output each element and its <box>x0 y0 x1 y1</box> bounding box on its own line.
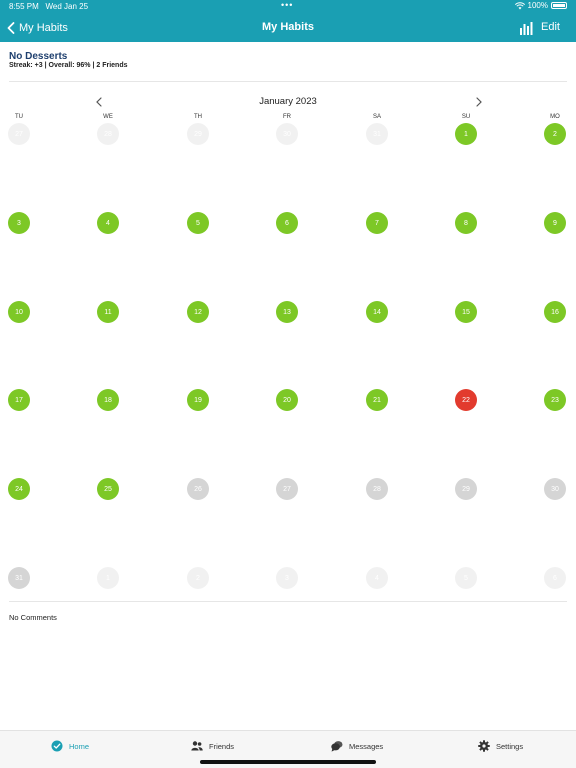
calendar-day[interactable]: 6 <box>276 212 298 234</box>
calendar-day[interactable]: 1 <box>97 567 119 589</box>
multitask-dots[interactable]: ••• <box>281 0 293 10</box>
tab-label: Home <box>69 741 90 751</box>
calendar-day[interactable]: 16 <box>544 301 566 323</box>
calendar-day[interactable]: 6 <box>544 567 566 589</box>
calendar-day[interactable]: 13 <box>276 301 298 323</box>
people-icon <box>191 741 203 751</box>
bar-chart-icon[interactable] <box>519 21 533 35</box>
calendar-day[interactable]: 17 <box>8 389 30 411</box>
tab-settings[interactable]: Settings <box>478 740 523 752</box>
calendar-day[interactable]: 31 <box>366 123 388 145</box>
battery-icon <box>551 2 567 9</box>
comments-label: No Comments <box>9 613 57 622</box>
chat-bubbles-icon <box>331 741 343 752</box>
calendar-day[interactable]: 30 <box>544 478 566 500</box>
calendar-day[interactable]: 28 <box>97 123 119 145</box>
weekday-label: SA <box>372 114 381 120</box>
calendar-day[interactable]: 12 <box>187 301 209 323</box>
status-indicators: 100% <box>514 1 567 10</box>
previous-month-button[interactable] <box>94 96 104 108</box>
calendar-day[interactable]: 25 <box>97 478 119 500</box>
weekday-label: FR <box>283 114 291 120</box>
tab-label: Settings <box>496 741 524 751</box>
calendar-day[interactable]: 2 <box>544 123 566 145</box>
calendar-day[interactable]: 29 <box>187 123 209 145</box>
calendar-day[interactable]: 3 <box>8 212 30 234</box>
habit-stats: Streak: +3 | Overall: 96% | 2 Friends <box>9 62 128 69</box>
divider <box>9 81 567 82</box>
calendar-day[interactable]: 24 <box>8 478 30 500</box>
edit-button[interactable]: Edit <box>541 21 560 33</box>
tab-messages[interactable]: Messages <box>331 740 383 752</box>
calendar-day[interactable]: 5 <box>187 212 209 234</box>
top-bar: 8:55 PM Wed Jan 25 ••• 100% My Habits My… <box>0 0 576 42</box>
calendar-day[interactable]: 15 <box>455 301 477 323</box>
calendar-day[interactable]: 21 <box>366 389 388 411</box>
calendar-day[interactable]: 2 <box>187 567 209 589</box>
calendar-day[interactable]: 26 <box>187 478 209 500</box>
weekday-label: TH <box>194 114 202 120</box>
calendar-day[interactable]: 3 <box>276 567 298 589</box>
calendar-day[interactable]: 27 <box>8 123 30 145</box>
tab-friends[interactable]: Friends <box>191 740 234 752</box>
calendar-day[interactable]: 8 <box>455 212 477 234</box>
calendar-day[interactable]: 18 <box>97 389 119 411</box>
page-title: My Habits <box>262 21 314 33</box>
back-label: My Habits <box>19 22 68 34</box>
check-circle-icon <box>51 740 63 752</box>
calendar-day[interactable]: 7 <box>366 212 388 234</box>
tab-home[interactable]: Home <box>51 740 89 752</box>
calendar-day[interactable]: 1 <box>455 123 477 145</box>
tab-label: Messages <box>349 741 384 751</box>
back-button[interactable]: My Habits <box>7 20 68 36</box>
tab-label: Friends <box>209 741 235 751</box>
battery-percent: 100% <box>527 1 548 10</box>
calendar-day[interactable]: 4 <box>97 212 119 234</box>
calendar-day[interactable]: 14 <box>366 301 388 323</box>
calendar-day[interactable]: 27 <box>276 478 298 500</box>
calendar-day[interactable]: 9 <box>544 212 566 234</box>
calendar-day[interactable]: 4 <box>366 567 388 589</box>
month-label: January 2023 <box>259 96 317 107</box>
chevron-left-icon <box>7 22 15 34</box>
calendar-day[interactable]: 29 <box>455 478 477 500</box>
weekday-label: MO <box>550 114 560 120</box>
calendar-day[interactable]: 28 <box>366 478 388 500</box>
habit-title: No Desserts <box>9 51 68 62</box>
calendar-day[interactable]: 11 <box>97 301 119 323</box>
next-month-button[interactable] <box>474 96 484 108</box>
calendar-day[interactable]: 30 <box>276 123 298 145</box>
gear-icon <box>478 740 490 752</box>
calendar-day[interactable]: 31 <box>8 567 30 589</box>
calendar-day[interactable]: 23 <box>544 389 566 411</box>
status-time: 8:55 PM Wed Jan 25 <box>9 2 89 11</box>
divider <box>9 601 567 602</box>
home-indicator <box>200 760 376 764</box>
calendar-day[interactable]: 5 <box>455 567 477 589</box>
weekday-label: WE <box>103 114 113 120</box>
wifi-icon <box>514 1 525 9</box>
weekday-label: SU <box>461 114 471 120</box>
calendar-day[interactable]: 20 <box>276 389 298 411</box>
calendar-day[interactable]: 22 <box>455 389 477 411</box>
calendar-day[interactable]: 10 <box>8 301 30 323</box>
weekday-label: TU <box>15 114 23 120</box>
calendar-day[interactable]: 19 <box>187 389 209 411</box>
